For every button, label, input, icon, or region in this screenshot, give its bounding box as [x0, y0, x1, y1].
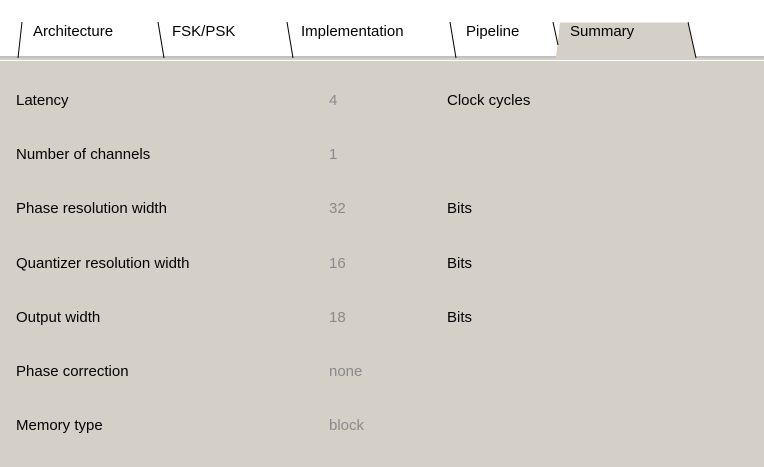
row-value: 1 — [329, 146, 338, 163]
row-label: Phase correction — [16, 363, 129, 380]
summary-row-phase-correction: Phase correction none — [0, 352, 764, 392]
summary-row-output-width: Output width 18 Bits — [0, 298, 764, 338]
row-unit: Bits — [447, 200, 473, 217]
row-value: block — [329, 417, 365, 434]
summary-panel: Latency 4 Clock cycles Number of channel… — [0, 60, 764, 467]
tab-summary[interactable]: Summary — [570, 23, 634, 40]
row-value: 32 — [329, 200, 346, 217]
tab-bar: Architecture FSK/PSK Implementation Pipe… — [0, 0, 764, 59]
tab-implementation[interactable]: Implementation — [301, 23, 404, 40]
row-label: Latency — [16, 92, 69, 109]
row-unit: Bits — [447, 309, 473, 326]
summary-row-quantizer-resolution: Quantizer resolution width 16 Bits — [0, 244, 764, 284]
row-value: 16 — [329, 255, 346, 272]
row-unit: Bits — [447, 255, 473, 272]
row-value: 18 — [329, 309, 346, 326]
row-label: Quantizer resolution width — [16, 255, 190, 272]
summary-row-channels: Number of channels 1 — [0, 135, 764, 175]
tab-pipeline[interactable]: Pipeline — [466, 23, 519, 40]
row-label: Phase resolution width — [16, 200, 167, 217]
tab-fsk-psk[interactable]: FSK/PSK — [172, 23, 235, 40]
row-label: Output width — [16, 309, 101, 326]
summary-row-phase-resolution: Phase resolution width 32 Bits — [0, 189, 764, 229]
row-value: 4 — [329, 92, 338, 109]
summary-row-memory-type: Memory type block — [0, 406, 764, 446]
row-label: Number of channels — [16, 146, 151, 163]
summary-row-latency: Latency 4 Clock cycles — [0, 81, 764, 121]
row-unit: Clock cycles — [447, 92, 531, 109]
tab-architecture[interactable]: Architecture — [33, 23, 113, 40]
row-value: none — [329, 363, 363, 380]
row-label: Memory type — [16, 417, 103, 434]
